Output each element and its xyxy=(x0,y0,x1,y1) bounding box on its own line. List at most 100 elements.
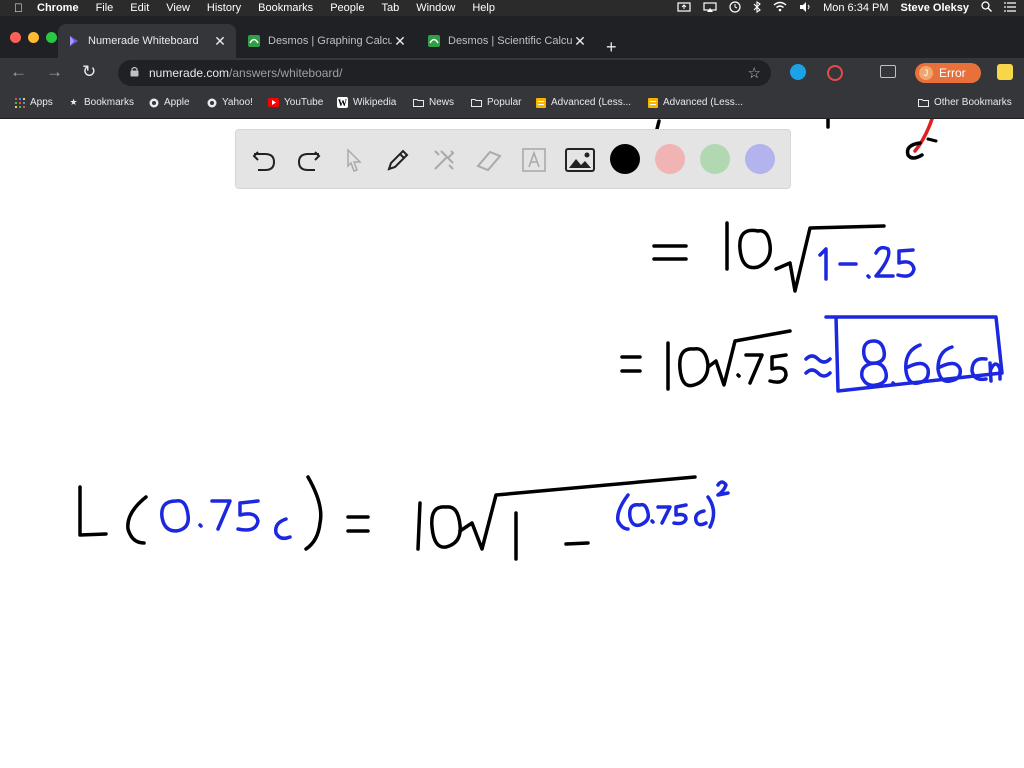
pen-icon[interactable] xyxy=(382,144,414,176)
bookmark-advanced-1[interactable]: Advanced (Less... xyxy=(535,97,631,108)
bookmark-label: Yahoo! xyxy=(222,97,253,108)
pointer-icon[interactable] xyxy=(338,144,370,176)
time-machine-icon[interactable] xyxy=(729,0,741,16)
bookmark-yahoo[interactable]: Yahoo! xyxy=(206,97,253,108)
bookmark-youtube[interactable]: YouTube xyxy=(268,97,323,108)
tab-desmos-graphing[interactable]: Desmos | Graphing Calculato ✕ xyxy=(238,24,416,58)
airplay-icon[interactable] xyxy=(703,1,717,15)
equation-line-2 xyxy=(620,329,792,391)
update-arrow-icon[interactable] xyxy=(997,64,1013,80)
tab-title: Desmos | Scientific Calculato xyxy=(448,35,572,47)
desmos-icon xyxy=(428,35,440,47)
lock-icon[interactable] xyxy=(130,66,139,80)
folder-icon xyxy=(918,97,929,108)
bookmark-news[interactable]: News xyxy=(413,97,454,108)
desmos-icon xyxy=(248,35,260,47)
color-lavender-swatch[interactable] xyxy=(745,144,775,174)
menu-bookmarks[interactable]: Bookmarks xyxy=(258,2,313,14)
image-icon[interactable] xyxy=(564,144,596,176)
equation-line-2-answer xyxy=(824,315,1004,393)
tab-numerade-whiteboard[interactable]: Numerade Whiteboard ✕ xyxy=(58,24,236,58)
eraser-icon[interactable] xyxy=(473,144,505,176)
app-menu[interactable]: Chrome xyxy=(37,2,79,14)
bluetooth-icon[interactable] xyxy=(753,0,761,16)
macos-menu-bar:  Chrome File Edit View History Bookmark… xyxy=(0,0,1024,16)
back-button[interactable]: ← xyxy=(10,62,27,82)
tools-icon[interactable] xyxy=(428,144,460,176)
spotlight-search-icon[interactable] xyxy=(981,1,992,15)
notification-center-icon[interactable] xyxy=(1004,1,1016,15)
equation-line-3 xyxy=(78,475,697,561)
bookmark-apple[interactable]: Apple xyxy=(148,97,190,108)
color-green-swatch[interactable] xyxy=(700,144,730,174)
bookmark-label: Popular xyxy=(487,97,522,108)
bookmark-star-icon[interactable]: ☆ xyxy=(748,64,761,82)
profile-error-button[interactable]: J Error xyxy=(915,63,981,83)
bookmark-wikipedia[interactable]: W Wikipedia xyxy=(337,97,396,108)
youtube-icon xyxy=(268,97,279,108)
close-tab-icon[interactable]: ✕ xyxy=(392,33,408,50)
bookmark-label: Apps xyxy=(30,97,53,108)
color-pink-swatch[interactable] xyxy=(655,144,685,174)
new-tab-button[interactable]: + xyxy=(606,38,617,56)
minimize-window-button[interactable] xyxy=(28,32,39,43)
bookmark-label: Apple xyxy=(164,97,190,108)
menu-tab[interactable]: Tab xyxy=(381,2,399,14)
bookmark-label: YouTube xyxy=(284,97,324,108)
cast-icon[interactable] xyxy=(880,65,896,78)
whiteboard-canvas[interactable] xyxy=(0,119,1024,768)
browser-tab-strip: Numerade Whiteboard ✕ Desmos | Graphing … xyxy=(0,16,1024,58)
menu-history[interactable]: History xyxy=(207,2,241,14)
forward-button[interactable]: → xyxy=(46,62,63,82)
menu-edit[interactable]: Edit xyxy=(130,2,149,14)
user-name[interactable]: Steve Oleksy xyxy=(901,2,970,14)
bookmark-other[interactable]: Other Bookmarks xyxy=(918,97,1012,108)
menu-file[interactable]: File xyxy=(96,2,114,14)
doc-icon xyxy=(535,97,546,108)
close-tab-icon[interactable]: ✕ xyxy=(212,33,228,50)
bookmark-advanced-2[interactable]: Advanced (Less... xyxy=(647,97,743,108)
wifi-icon[interactable] xyxy=(773,1,787,15)
menu-window[interactable]: Window xyxy=(416,2,455,14)
apple-icon xyxy=(148,97,159,108)
bookmark-label: Wikipedia xyxy=(353,97,397,108)
bookmark-popular[interactable]: Popular xyxy=(471,97,521,108)
equation-line-1 xyxy=(652,221,886,293)
redo-icon[interactable] xyxy=(293,144,325,176)
bookmark-bookmarks[interactable]: ★ Bookmarks xyxy=(68,97,134,108)
close-tab-icon[interactable]: ✕ xyxy=(572,33,588,50)
yahoo-icon xyxy=(206,97,217,108)
address-bar[interactable]: numerade.com/answers/whiteboard/ ☆ xyxy=(118,60,771,86)
apple-menu-icon[interactable]:  xyxy=(14,1,23,15)
star-icon: ★ xyxy=(69,97,78,107)
bookmark-apps[interactable]: Apps xyxy=(14,97,53,108)
equation-line-2-approx xyxy=(804,354,832,378)
reload-button[interactable]: ↻ xyxy=(82,62,96,82)
bookmark-label: Advanced (Less... xyxy=(551,97,632,108)
extension-shield-icon[interactable] xyxy=(790,64,806,80)
apps-grid-icon xyxy=(14,97,25,108)
undo-icon[interactable] xyxy=(248,144,280,176)
tab-desmos-scientific[interactable]: Desmos | Scientific Calculato ✕ xyxy=(418,24,596,58)
extension-target-icon[interactable] xyxy=(827,65,843,81)
text-icon[interactable] xyxy=(518,144,550,176)
screen-share-icon[interactable] xyxy=(677,1,691,15)
tab-title: Desmos | Graphing Calculato xyxy=(268,35,392,47)
menu-help[interactable]: Help xyxy=(472,2,495,14)
equation-line-3-args xyxy=(160,480,730,541)
equation-line-1-radicand xyxy=(818,245,916,281)
whiteboard-toolbar xyxy=(235,129,791,189)
close-window-button[interactable] xyxy=(10,32,21,43)
color-black-swatch[interactable] xyxy=(610,144,640,174)
ink-stroke xyxy=(926,137,938,143)
tab-title: Numerade Whiteboard xyxy=(88,35,199,47)
bookmark-label: Other Bookmarks xyxy=(934,97,1012,108)
zoom-window-button[interactable] xyxy=(46,32,57,43)
menu-view[interactable]: View xyxy=(166,2,190,14)
menu-people[interactable]: People xyxy=(330,2,364,14)
profile-status-label: Error xyxy=(939,66,966,80)
ink-stroke xyxy=(655,119,661,131)
volume-icon[interactable] xyxy=(799,1,811,15)
folder-icon xyxy=(413,97,424,108)
clock[interactable]: Mon 6:34 PM xyxy=(823,2,888,14)
